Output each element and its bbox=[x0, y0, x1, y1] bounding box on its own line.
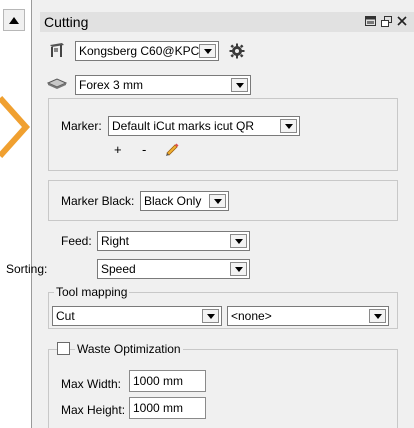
chevron-down-icon[interactable] bbox=[209, 194, 226, 208]
remove-marker-button[interactable]: - bbox=[142, 142, 146, 157]
waste-optimization-legend: Waste Optimization bbox=[75, 342, 183, 356]
feed-select[interactable]: Right bbox=[97, 231, 250, 251]
feed-label: Feed: bbox=[61, 234, 92, 248]
tool-mapping-right-value: <none> bbox=[231, 309, 272, 323]
feed-select-value: Right bbox=[101, 234, 130, 248]
marker-select[interactable]: Default iCut marks icut QR bbox=[108, 116, 300, 136]
device-select[interactable]: Kongsberg C60@KPCS bbox=[75, 41, 219, 61]
max-width-label: Max Width: bbox=[61, 377, 122, 391]
marker-label: Marker: bbox=[61, 119, 102, 133]
tool-mapping-left-select[interactable]: Cut bbox=[52, 306, 222, 326]
left-sidebar-strip bbox=[0, 0, 31, 428]
max-width-input[interactable]: 1000 mm bbox=[129, 370, 206, 392]
restore-window-icon[interactable] bbox=[364, 15, 376, 27]
add-marker-button[interactable]: + bbox=[114, 142, 122, 157]
marker-black-label: Marker Black: bbox=[61, 194, 135, 208]
waste-optimization-checkbox[interactable] bbox=[57, 342, 70, 355]
chevron-down-icon[interactable] bbox=[199, 44, 216, 58]
gear-icon[interactable] bbox=[229, 43, 245, 59]
chevron-down-icon[interactable] bbox=[280, 119, 297, 133]
tool-mapping-left-value: Cut bbox=[56, 309, 75, 323]
marker-black-select[interactable]: Black Only bbox=[140, 191, 229, 211]
max-height-input[interactable]: 1000 mm bbox=[129, 397, 206, 419]
chevron-down-icon[interactable] bbox=[231, 78, 248, 92]
close-icon[interactable] bbox=[396, 15, 408, 27]
panel-title: Cutting bbox=[44, 14, 89, 30]
panel-header: Cutting bbox=[40, 12, 414, 32]
max-height-label: Max Height: bbox=[61, 403, 126, 417]
device-select-value: Kongsberg C60@KPCS bbox=[79, 44, 199, 58]
material-sheet-icon bbox=[47, 78, 67, 89]
panel-header-icons bbox=[364, 15, 408, 27]
sorting-label: Sorting: bbox=[6, 262, 48, 276]
chevron-down-icon[interactable] bbox=[202, 309, 219, 323]
collapse-panel-button[interactable] bbox=[3, 9, 25, 31]
pencil-icon[interactable] bbox=[164, 141, 179, 156]
sorting-select[interactable]: Speed bbox=[97, 259, 250, 279]
float-window-icon[interactable] bbox=[380, 15, 392, 27]
material-select-value: Forex 3 mm bbox=[79, 78, 144, 92]
chevron-down-icon[interactable] bbox=[369, 309, 386, 323]
triangle-up-icon bbox=[9, 16, 19, 24]
cutter-icon bbox=[50, 43, 64, 57]
marker-black-value: Black Only bbox=[144, 194, 202, 208]
tool-mapping-right-select[interactable]: <none> bbox=[227, 306, 389, 326]
chevron-down-icon[interactable] bbox=[230, 234, 247, 248]
cutting-panel: Cutting Kongsberg C60@KPCS Forex 3 mm Ma… bbox=[6, 0, 414, 428]
chevron-right-icon bbox=[0, 96, 30, 158]
tool-mapping-legend: Tool mapping bbox=[54, 285, 130, 299]
marker-select-value: Default iCut marks icut QR bbox=[112, 119, 255, 133]
sorting-select-value: Speed bbox=[101, 262, 136, 276]
material-select[interactable]: Forex 3 mm bbox=[75, 75, 251, 95]
chevron-down-icon[interactable] bbox=[230, 262, 247, 276]
